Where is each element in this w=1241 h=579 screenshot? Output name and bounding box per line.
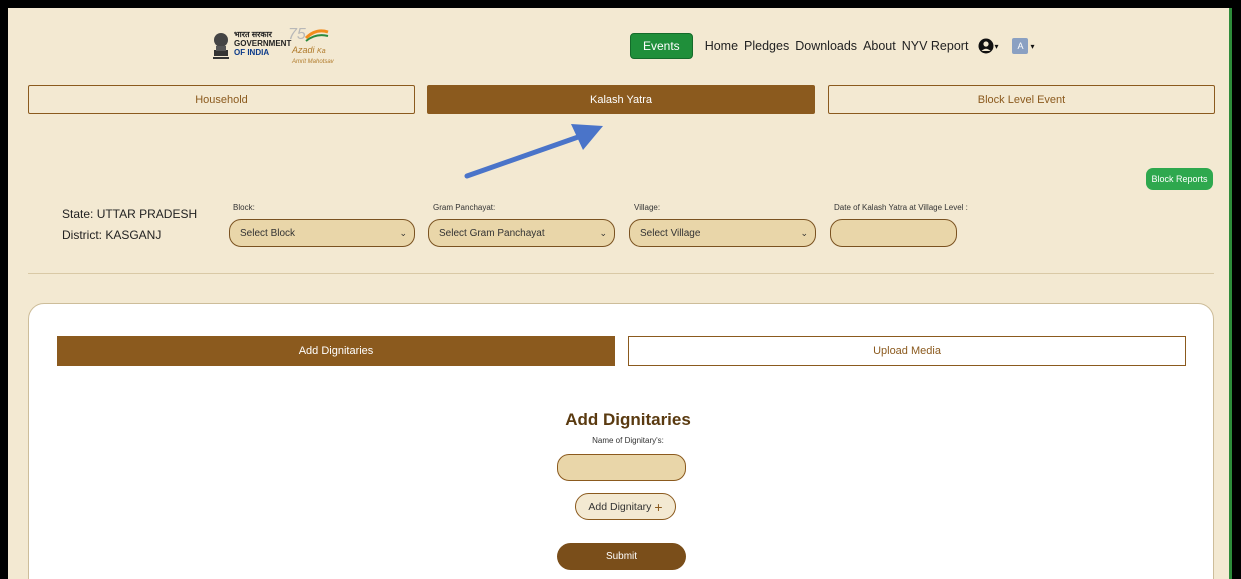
state-label: State: UTTAR PRADESH (62, 207, 198, 221)
tab-block-level-event[interactable]: Block Level Event (828, 85, 1215, 114)
block-select-value: Select Block (240, 227, 296, 239)
tab-kalash-yatra[interactable]: Kalash Yatra (427, 85, 815, 114)
top-nav: Events Home Pledges Downloads About NYV … (630, 32, 1042, 60)
form-title: Add Dignitaries (565, 410, 691, 429)
tricolor-swoosh-icon (304, 29, 329, 42)
block-select[interactable]: Select Block ⌄ (229, 219, 415, 247)
language-menu-caret-icon[interactable]: ▾ (1030, 42, 1034, 51)
tab-household[interactable]: Household (28, 85, 415, 114)
tab-upload-media[interactable]: Upload Media (628, 336, 1186, 366)
submit-button[interactable]: Submit (557, 543, 686, 570)
nav-nyv-report[interactable]: NYV Report (902, 39, 969, 53)
village-label: Village: (634, 203, 661, 212)
amrit-mahotsav-logo: 75 Azadi Ka Amrit Mahotsav (286, 26, 356, 70)
dignitary-name-input[interactable] (557, 454, 686, 481)
gov-text: भारत सरकार GOVERNMENT OF INDIA (234, 30, 291, 57)
chevron-down-icon: ⌄ (399, 228, 407, 238)
amrit-line-3: Amrit Mahotsav (292, 59, 334, 65)
amrit-line-1: Azadi (292, 45, 315, 55)
section-divider (28, 273, 1214, 274)
national-emblem-icon (213, 33, 229, 59)
gov-line-1: भारत सरकार (234, 30, 272, 39)
add-dignitary-label: Add Dignitary (588, 500, 652, 513)
nav-about[interactable]: About (863, 39, 896, 53)
nav-downloads[interactable]: Downloads (795, 39, 857, 53)
kalash-date-input[interactable] (830, 219, 957, 247)
user-icon[interactable] (978, 38, 994, 54)
amrit-text: Azadi Ka Amrit Mahotsav (292, 46, 334, 67)
amrit-line-2: Ka (317, 48, 326, 55)
gram-panchayat-select[interactable]: Select Gram Panchayat ⌄ (428, 219, 615, 247)
gram-panchayat-select-value: Select Gram Panchayat (439, 227, 545, 239)
nav-home[interactable]: Home (705, 39, 738, 53)
chevron-down-icon: ⌄ (599, 228, 607, 238)
gov-line-3: OF INDIA (234, 48, 270, 57)
plus-icon: + (654, 498, 663, 515)
village-select[interactable]: Select Village ⌄ (629, 219, 816, 247)
user-menu-caret-icon[interactable]: ▾ (994, 42, 998, 51)
add-dignitary-button[interactable]: Add Dignitary + (575, 493, 676, 520)
district-label: District: KASGANJ (62, 228, 162, 242)
nav-pledges[interactable]: Pledges (744, 39, 789, 53)
block-label: Block: (233, 203, 255, 212)
page-frame: भारत सरकार GOVERNMENT OF INDIA 75 Azadi … (8, 8, 1232, 579)
gov-logo[interactable]: भारत सरकार GOVERNMENT OF INDIA 75 Azadi … (210, 26, 360, 70)
annotation-arrow-icon (464, 124, 603, 179)
gram-panchayat-label: Gram Panchayat: (433, 203, 496, 212)
dignitary-name-label: Name of Dignitary's: (592, 436, 664, 445)
tab-add-dignitaries[interactable]: Add Dignitaries (57, 336, 615, 366)
block-reports-button[interactable]: Block Reports (1146, 168, 1213, 190)
chevron-down-icon: ⌄ (800, 228, 808, 238)
gov-line-2: GOVERNMENT (234, 39, 292, 48)
translate-icon[interactable]: A (1012, 38, 1029, 54)
village-select-value: Select Village (640, 227, 701, 239)
kalash-date-label: Date of Kalash Yatra at Village Level : (834, 203, 968, 212)
location-info: State: UTTAR PRADESH District: KASGANJ (62, 204, 197, 246)
events-button[interactable]: Events (630, 33, 693, 59)
